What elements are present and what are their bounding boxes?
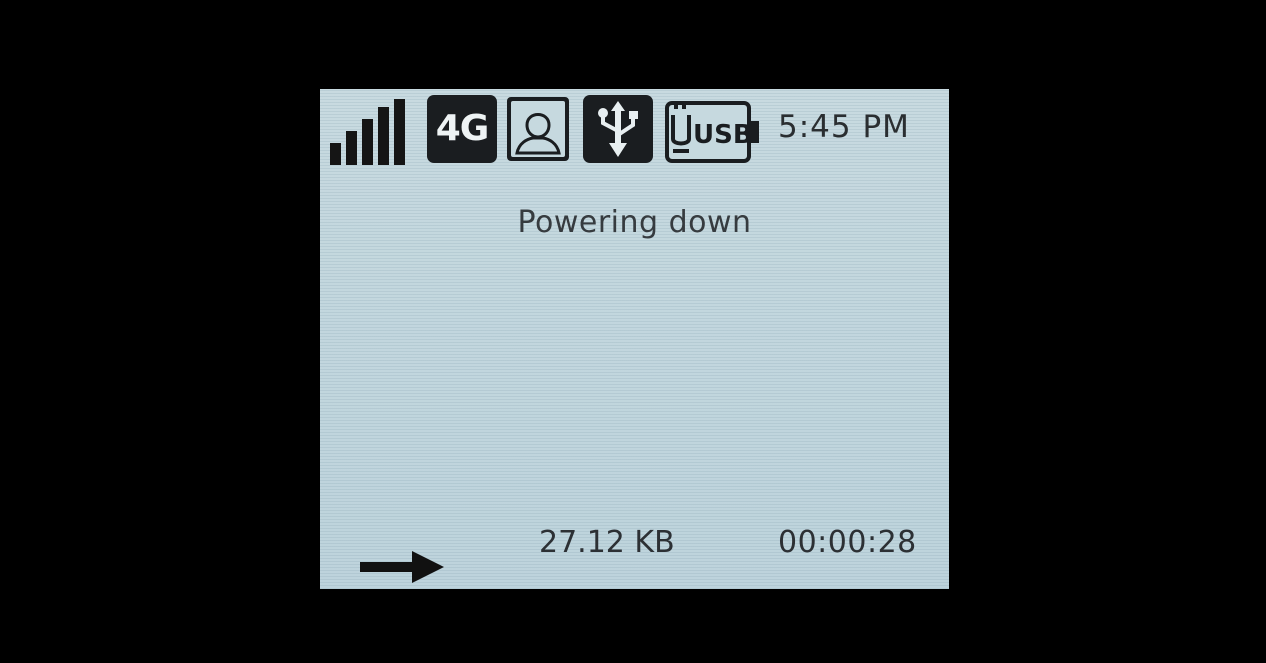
signal-bar: [378, 107, 389, 165]
connection-duration-readout: 00:00:28: [778, 525, 917, 560]
usb-tether-icon: [583, 95, 653, 163]
signal-strength-icon: [330, 99, 410, 165]
device-frame: 4G USB 5:45 PM Powering down 27.12 KB 00…: [0, 0, 1266, 663]
arrow-right-icon: [360, 549, 444, 585]
usb-battery-icon: USB: [665, 101, 761, 163]
signal-bar: [346, 131, 357, 165]
signal-bar: [330, 143, 341, 165]
signal-bar: [394, 99, 405, 165]
data-usage-readout: 27.12 KB: [539, 525, 675, 560]
profile-user-icon: [505, 95, 571, 163]
status-clock: 5:45 PM: [778, 109, 910, 145]
power-status-message: Powering down: [517, 205, 752, 240]
signal-bar: [362, 119, 373, 165]
usb-label: USB: [693, 120, 753, 150]
network-type-badge: 4G: [427, 95, 497, 163]
lcd-screen: 4G USB 5:45 PM Powering down 27.12 KB 00…: [320, 89, 949, 589]
